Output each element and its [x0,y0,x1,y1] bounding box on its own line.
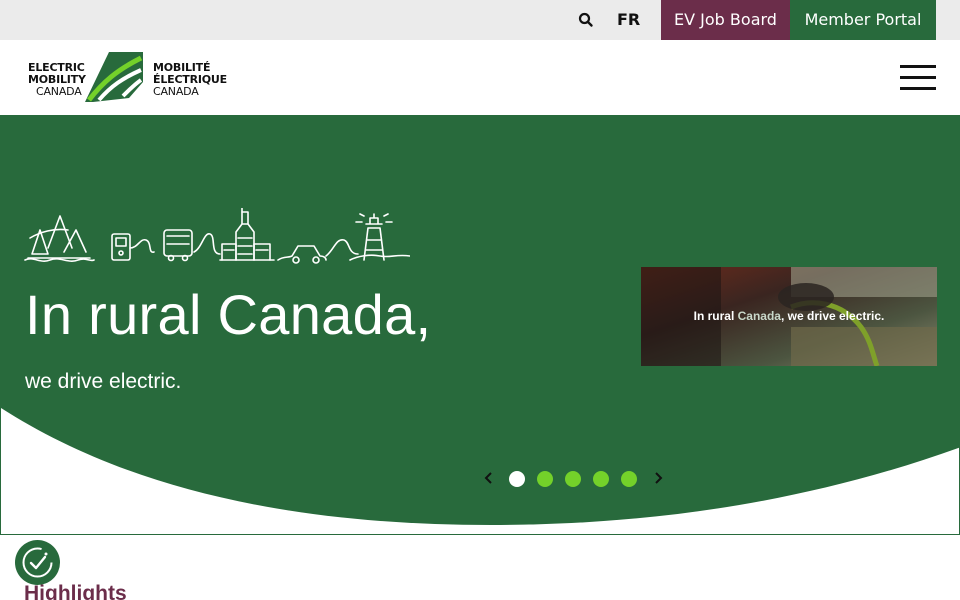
chevron-right-icon[interactable] [650,469,666,487]
carousel-dot-4[interactable] [593,471,609,487]
carousel-dot-2[interactable] [537,471,553,487]
hamburger-bar [900,87,936,90]
caption-accent: Canada [737,309,781,323]
hamburger-bar [900,76,936,79]
logo-line: CANADA [36,85,82,98]
hero-subtitle: we drive electric. [25,370,182,393]
hero-carousel: In rural Canada, we drive electric. In r… [0,115,960,535]
hamburger-menu-icon[interactable] [900,65,936,90]
hero-thumbnail-image[interactable]: In rural Canada, we drive electric. [641,267,937,366]
accessibility-icon[interactable] [15,540,60,585]
logo-text-english: ELECTRIC MOBILITY CANADA [28,62,86,98]
carousel-dot-1[interactable] [509,471,525,487]
site-header: ELECTRIC MOBILITY CANADA MOBILITÉ ÉLECTR… [0,40,960,115]
language-toggle[interactable]: FR [617,10,640,30]
site-logo[interactable]: ELECTRIC MOBILITY CANADA MOBILITÉ ÉLECTR… [26,52,227,104]
member-portal-button[interactable]: Member Portal [790,0,936,40]
caption-text: In rural [693,309,738,323]
logo-line: CANADA [153,85,199,98]
carousel-dot-5[interactable] [621,471,637,487]
carousel-dot-3[interactable] [565,471,581,487]
chevron-left-icon[interactable] [481,469,497,487]
search-icon[interactable] [576,10,596,30]
ev-job-board-button[interactable]: EV Job Board [661,0,790,40]
hamburger-bar [900,65,936,68]
logo-mark-icon [85,52,143,102]
caption-text: , we drive electric. [780,309,885,323]
logo-text-french: MOBILITÉ ÉLECTRIQUE CANADA [153,62,227,98]
hero-title: In rural Canada, [25,283,432,346]
utility-bar: FR EV Job Board Member Portal [0,0,960,40]
highlights-heading: Highlights [24,582,127,600]
thumbnail-caption: In rural Canada, we drive electric. [641,309,937,323]
rural-skyline-illustration [24,208,410,264]
